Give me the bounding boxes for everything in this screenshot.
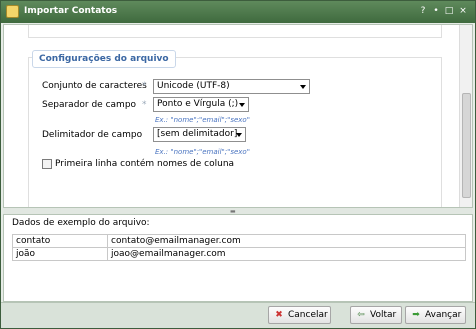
cancel-button[interactable]: ✖ Cancelar [268, 306, 331, 324]
window-title: Importar Contatos [24, 6, 118, 16]
button-bar: ✖ Cancelar ⇦ Voltar ➡ Avançar [1, 302, 475, 328]
chevron-down-icon [236, 133, 242, 137]
first-line-checkbox[interactable] [42, 159, 52, 169]
import-contacts-window: Importar Contatos ? • □ × Configurações … [0, 0, 476, 329]
contacts-icon [6, 5, 19, 18]
back-label: Voltar [370, 310, 397, 320]
close-icon[interactable]: × [457, 5, 469, 17]
table-cell: joão [12, 247, 108, 261]
separator-select[interactable]: Ponto e Vírgula (;) [153, 97, 249, 112]
minimize-icon[interactable]: • [430, 5, 442, 17]
table-cell: joao@emailmanager.com [107, 247, 466, 261]
maximize-icon[interactable]: □ [443, 5, 455, 17]
required-mark: * [142, 81, 147, 91]
help-icon[interactable]: ? [417, 5, 429, 17]
next-label: Avançar [425, 310, 462, 320]
section-legend: Configurações do arquivo [32, 50, 176, 68]
separator-example: Ex.: "nome";"email";"sexo" [155, 116, 250, 124]
sample-data-panel: Dados de exemplo do arquivo: contato con… [3, 214, 473, 302]
table-row: joão joao@emailmanager.com [12, 247, 466, 261]
vertical-scrollbar[interactable] [459, 25, 472, 207]
back-button[interactable]: ⇦ Voltar [350, 306, 402, 324]
delimiter-example: Ex.: "nome";"email";"sexo" [155, 148, 250, 156]
first-line-label[interactable]: Primeira linha contém nomes de coluna [55, 159, 234, 169]
close-icon: ✖ [275, 310, 283, 320]
delimiter-select[interactable]: [sem delimitador] [153, 127, 246, 142]
charset-label: Conjunto de caracteres [42, 81, 147, 91]
arrow-right-icon: ➡ [412, 310, 420, 320]
delimiter-label: Delimitador de campo [42, 130, 143, 140]
charset-select[interactable]: Unicode (UTF-8) [153, 79, 310, 94]
required-mark: * [142, 100, 147, 110]
cancel-label: Cancelar [288, 310, 328, 320]
delimiter-value: [sem delimitador] [157, 129, 238, 139]
charset-value: Unicode (UTF-8) [157, 81, 230, 91]
title-bar[interactable]: Importar Contatos ? • □ × [1, 1, 475, 23]
chevron-down-icon [300, 85, 306, 89]
table-row: contato contato@emailmanager.com [12, 234, 466, 248]
table-cell: contato [12, 234, 108, 248]
separator-label: Separador de campo [42, 100, 137, 110]
scrollbar-thumb[interactable] [462, 93, 471, 198]
arrow-left-icon: ⇦ [357, 310, 365, 320]
separator-value: Ponto e Vírgula (;) [157, 99, 239, 109]
table-cell: contato@emailmanager.com [107, 234, 466, 248]
settings-panel: Configurações do arquivo Conjunto de car… [3, 24, 473, 208]
chevron-down-icon [239, 103, 245, 107]
previous-section-box [28, 25, 442, 38]
sample-caption: Dados de exemplo do arquivo: [12, 218, 150, 228]
sample-table: contato contato@emailmanager.com joão jo… [12, 234, 466, 261]
next-button[interactable]: ➡ Avançar [405, 306, 466, 324]
